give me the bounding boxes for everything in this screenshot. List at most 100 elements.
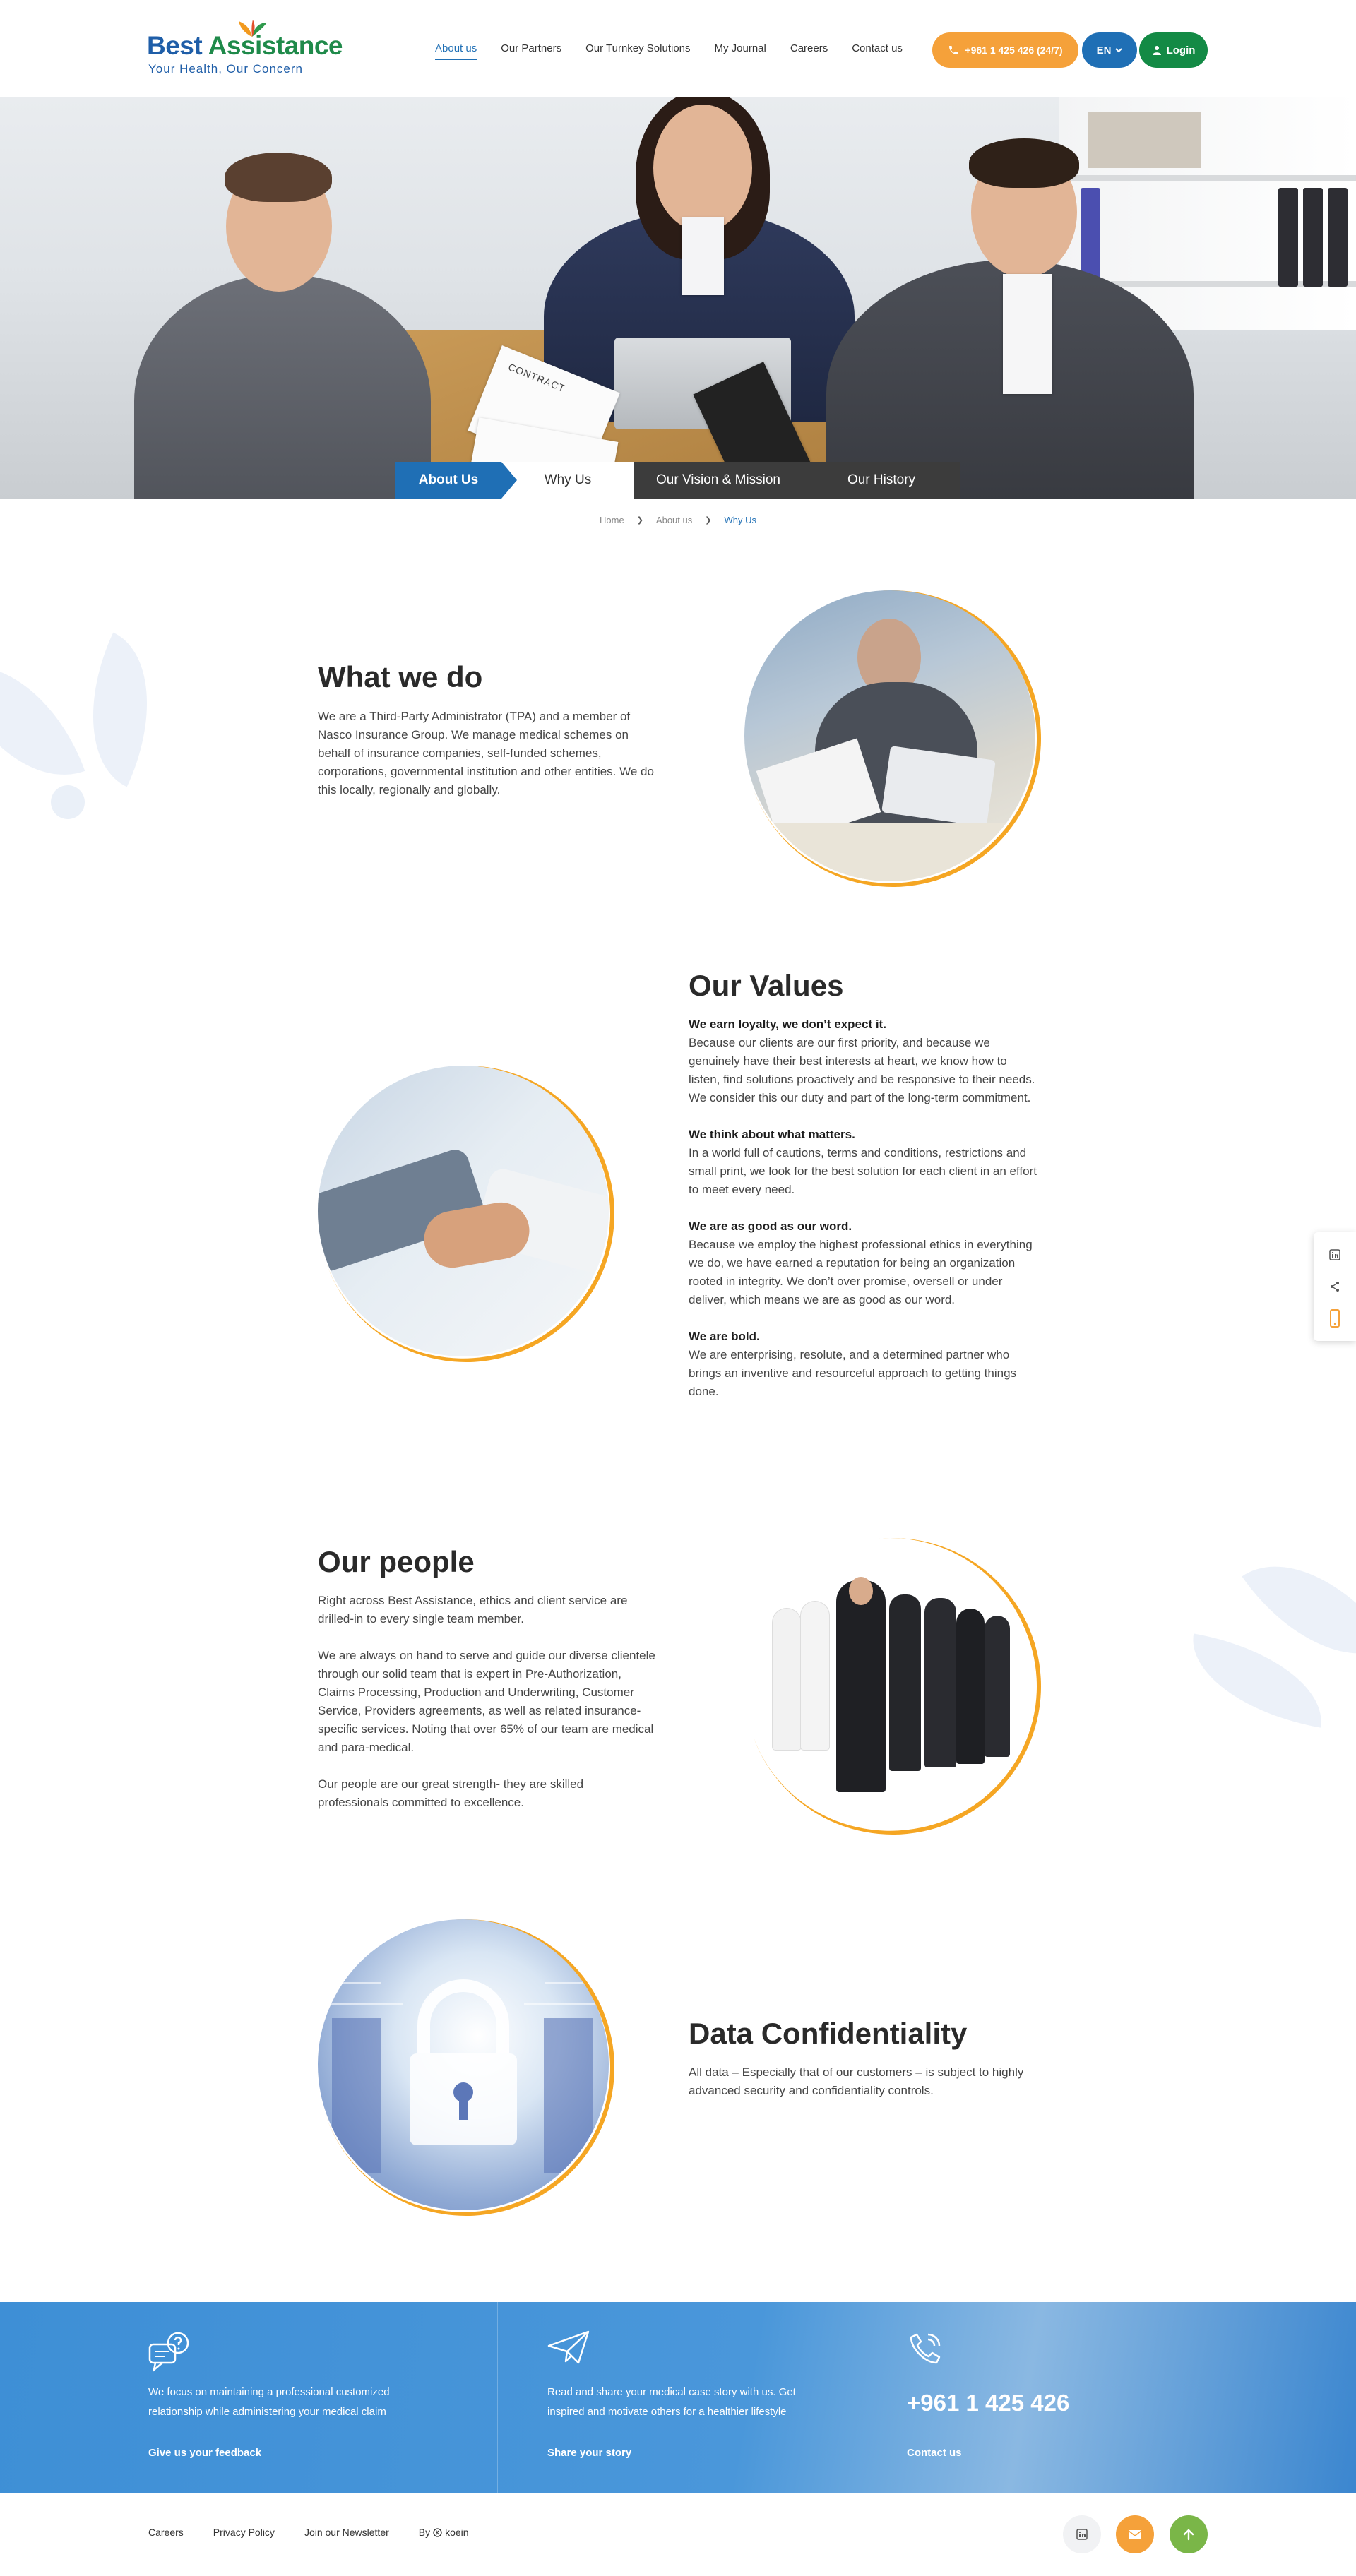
what-we-do-title: What we do [318, 660, 483, 693]
nav-our-partners[interactable]: Our Partners [501, 42, 561, 60]
value-heading: We are bold. [689, 1330, 760, 1343]
nav-turnkey-solutions[interactable]: Our Turnkey Solutions [585, 42, 690, 60]
shelf-board [1059, 175, 1356, 181]
login-label: Login [1166, 44, 1196, 56]
binder [1278, 188, 1298, 287]
phone-button[interactable]: +961 1 425 426 (24/7) [932, 32, 1078, 68]
shirt [1003, 274, 1052, 394]
team-member [773, 1609, 801, 1750]
login-button[interactable]: Login [1139, 32, 1208, 68]
footer-links: Careers Privacy Policy Join our Newslett… [148, 2527, 469, 2538]
story-link[interactable]: Share your story [547, 2447, 632, 2462]
leaf-decoration [0, 638, 85, 803]
mobile-icon[interactable] [1326, 1308, 1343, 1328]
arrow-up-icon [1183, 2529, 1194, 2541]
what-we-do-paragraph: We are a Third-Party Administrator (TPA)… [318, 710, 654, 797]
cta-band: We focus on maintaining a professional c… [0, 2302, 1356, 2493]
value-item: We earn loyalty, we don’t expect it. Beca… [689, 1015, 1038, 1107]
language-selector[interactable]: EN [1082, 32, 1137, 68]
team-member-face [849, 1577, 873, 1605]
footer-credit-prefix: By [418, 2527, 431, 2538]
people-title: Our people [318, 1545, 475, 1578]
values-title: Our Values [689, 969, 844, 1002]
values-text: We earn loyalty, we don’t expect it. Beca… [689, 1015, 1038, 1401]
nav-my-journal[interactable]: My Journal [715, 42, 766, 60]
site-header: Best Assistance Your Health, Our Concern… [0, 0, 1356, 97]
value-description: Because our clients are our first priori… [689, 1036, 1035, 1104]
feedback-link[interactable]: Give us your feedback [148, 2447, 262, 2462]
tab-vision-mission[interactable]: Our Vision & Mission [634, 462, 802, 499]
site-footer: Careers Privacy Policy Join our Newslett… [0, 2493, 1356, 2576]
people-paragraph: We are always on hand to serve and guide… [318, 1649, 655, 1754]
what-we-do-image [702, 548, 1083, 929]
logo-name: Best Assistance [147, 31, 343, 61]
value-heading: We are as good as our word. [689, 1220, 852, 1233]
padlock-icon [318, 1979, 609, 2174]
blouse [682, 217, 724, 295]
handshake-photo [318, 1066, 609, 1356]
people-paragraph: Our people are our great strength- they … [318, 1777, 584, 1809]
feedback-text: We focus on maintaining a professional c… [148, 2386, 390, 2418]
security-photo [318, 1919, 609, 2210]
team-member [801, 1602, 829, 1750]
nav-about-us[interactable]: About us [435, 42, 477, 60]
breadcrumb-current: Why Us [724, 515, 756, 525]
tab-about-us[interactable]: About Us [396, 462, 517, 499]
team-member [956, 1609, 985, 1764]
breadcrumb-about[interactable]: About us [656, 515, 692, 525]
footer-link-privacy[interactable]: Privacy Policy [213, 2527, 275, 2538]
footer-link-careers[interactable]: Careers [148, 2527, 184, 2538]
cta-divider [497, 2302, 498, 2493]
value-item: We are bold. We are enterprising, resolut… [689, 1328, 1038, 1401]
team-member [889, 1594, 921, 1771]
data-text: All data – Especially that of our custom… [689, 2063, 1042, 2100]
contact-link[interactable]: Contact us [907, 2447, 962, 2462]
user-icon [1152, 46, 1161, 55]
breadcrumb: Home ❯ About us ❯ Why Us [0, 499, 1356, 542]
chevron-down-icon [1115, 48, 1123, 53]
value-description: In a world full of cautions, terms and c… [689, 1146, 1037, 1196]
nav-contact-us[interactable]: Contact us [852, 42, 903, 60]
binder [1328, 188, 1348, 287]
leaf-decoration-dot [51, 785, 85, 819]
value-item: We are as good as our word. Because we em… [689, 1217, 1038, 1309]
paper-plane-icon [547, 2330, 590, 2364]
cta-phone-number[interactable]: +961 1 425 426 [907, 2390, 1069, 2416]
linkedin-icon [1076, 2529, 1088, 2540]
language-label: EN [1096, 44, 1112, 56]
nav-careers[interactable]: Careers [790, 42, 828, 60]
binder [1303, 188, 1323, 287]
meeting-photo [744, 590, 1035, 881]
main-nav: About us Our Partners Our Turnkey Soluti… [435, 42, 927, 60]
footer-link-newsletter[interactable]: Join our Newsletter [304, 2527, 389, 2538]
team-member [985, 1616, 1010, 1757]
tab-why-us[interactable]: Why Us [501, 462, 634, 499]
hero-image: CONTRACT About Us Why Us Our Vision & Mi… [0, 97, 1356, 499]
footer-email-button[interactable] [1116, 2515, 1154, 2553]
what-we-do-text: We are a Third-Party Administrator (TPA)… [318, 708, 664, 799]
value-description: We are enterprising, resolute, and a det… [689, 1348, 1017, 1398]
breadcrumb-home[interactable]: Home [600, 515, 624, 525]
linkedin-icon[interactable] [1326, 1246, 1343, 1263]
tab-our-history[interactable]: Our History [802, 462, 961, 499]
books [1088, 112, 1201, 168]
koein-logo-icon [433, 2527, 442, 2537]
team-member [836, 1580, 886, 1792]
data-image [275, 1877, 657, 2258]
team-photo [744, 1538, 1035, 1829]
scroll-top-button[interactable] [1170, 2515, 1208, 2553]
person-center-head [653, 105, 752, 232]
logo-name-assistance: Assistance [208, 31, 343, 60]
side-share-bar [1314, 1232, 1356, 1341]
people-image [702, 1496, 1083, 1877]
about-tabs: About Us Why Us Our Vision & Mission Our… [396, 462, 961, 499]
logo[interactable]: Best Assistance Your Health, Our Concern [147, 20, 343, 78]
footer-credit-name: koein [445, 2527, 469, 2538]
footer-credit[interactable]: By koein [419, 2527, 469, 2538]
value-heading: We earn loyalty, we don’t expect it. [689, 1018, 886, 1031]
phone-call-icon [910, 2333, 941, 2364]
footer-linkedin-button[interactable] [1063, 2515, 1101, 2553]
share-icon[interactable] [1326, 1278, 1343, 1295]
phone-button-label: +961 1 425 426 (24/7) [965, 44, 1063, 56]
person-left [134, 274, 431, 499]
